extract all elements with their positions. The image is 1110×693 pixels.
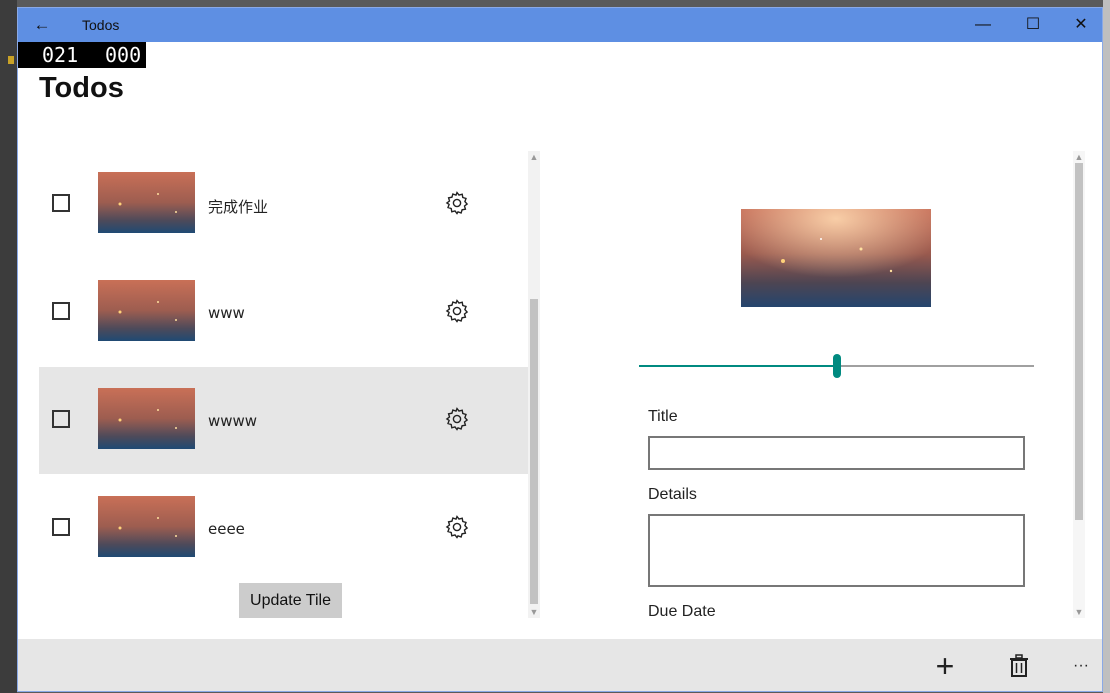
title-bar: ← Todos — ☐ ✕ <box>18 8 1102 42</box>
trash-icon[interactable] <box>1002 649 1036 683</box>
todo-thumbnail <box>98 496 195 557</box>
todo-thumbnail <box>98 280 195 341</box>
todo-checkbox[interactable] <box>52 194 70 212</box>
add-icon[interactable]: + <box>928 649 962 683</box>
title-input[interactable] <box>648 436 1025 470</box>
scroll-down-icon[interactable]: ▼ <box>1073 606 1085 618</box>
list-scrollbar[interactable]: ▲ ▼ <box>528 151 540 618</box>
more-options-icon[interactable]: ··· <box>1064 649 1098 683</box>
detail-image[interactable] <box>741 209 931 307</box>
scroll-down-icon[interactable]: ▼ <box>528 606 540 618</box>
gear-icon[interactable] <box>444 190 470 216</box>
slider-track-filled <box>639 365 835 367</box>
todo-title: www <box>208 304 245 322</box>
detail-scrollbar-thumb[interactable] <box>1075 163 1083 520</box>
frame-counter: 021 000 <box>18 42 146 68</box>
todo-title: 完成作业 <box>208 198 269 216</box>
todo-title: eeee <box>208 520 245 538</box>
due-date-label: Due Date <box>648 603 716 620</box>
todo-checkbox[interactable] <box>52 302 70 320</box>
image-size-slider[interactable] <box>639 354 1034 378</box>
todo-checkbox[interactable] <box>52 410 70 428</box>
desktop-edge-right <box>1103 0 1110 693</box>
desktop-edge-left <box>0 0 17 693</box>
back-arrow-icon[interactable]: ← <box>30 14 54 36</box>
todo-row[interactable]: www <box>39 259 529 366</box>
desktop-mark <box>8 56 14 64</box>
details-label: Details <box>648 486 697 503</box>
todo-title: wwww <box>208 412 258 430</box>
maximize-button[interactable]: ☐ <box>1018 14 1048 36</box>
scroll-up-icon[interactable]: ▲ <box>528 151 540 163</box>
update-tile-button[interactable]: Update Tile <box>239 583 342 618</box>
todo-thumbnail <box>98 388 195 449</box>
slider-thumb[interactable] <box>833 354 841 378</box>
detail-scrollbar[interactable]: ▲ ▼ <box>1073 151 1085 618</box>
list-scrollbar-thumb[interactable] <box>530 299 538 604</box>
app-window: ← Todos — ☐ ✕ 021 000 Todos 完成作业 www wwww e… <box>17 7 1103 692</box>
frame-counter-left: 021 <box>42 43 79 67</box>
todo-thumbnail <box>98 172 195 233</box>
gear-icon[interactable] <box>444 298 470 324</box>
todo-row[interactable]: wwww <box>39 367 529 474</box>
gear-icon[interactable] <box>444 514 470 540</box>
todo-row[interactable]: 完成作业 <box>39 151 529 258</box>
close-button[interactable]: ✕ <box>1066 14 1096 36</box>
todo-list: 完成作业 www wwww eeee <box>39 151 529 616</box>
gear-icon[interactable] <box>444 406 470 432</box>
page-title: Todos <box>39 72 124 104</box>
minimize-button[interactable]: — <box>968 14 998 36</box>
todo-checkbox[interactable] <box>52 518 70 536</box>
window-title: Todos <box>82 17 120 33</box>
scroll-up-icon[interactable]: ▲ <box>1073 151 1085 163</box>
command-bar: + ··· <box>18 639 1102 691</box>
todo-row[interactable]: eeee <box>39 475 529 582</box>
details-input[interactable] <box>648 514 1025 587</box>
slider-track-rest <box>841 365 1034 367</box>
frame-counter-right: 000 <box>105 43 142 67</box>
title-label: Title <box>648 408 678 425</box>
